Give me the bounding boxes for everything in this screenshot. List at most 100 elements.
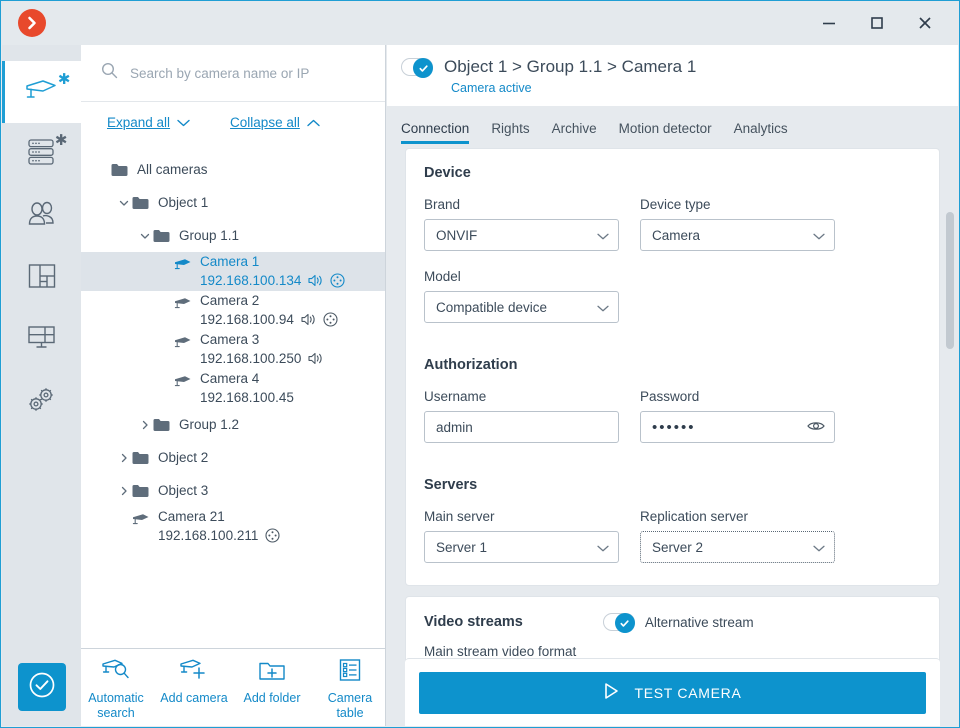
alternative-stream-label: Alternative stream xyxy=(644,614,754,630)
tab-analytics[interactable]: Analytics xyxy=(734,121,788,144)
tree-camera-camera-3[interactable]: Camera 3 192.168.100.250 xyxy=(81,330,385,369)
scrollbar-thumb[interactable] xyxy=(946,212,954,349)
apply-changes-button[interactable] xyxy=(17,663,66,711)
app-logo-icon xyxy=(18,9,46,37)
collapse-all-button[interactable]: Collapse all xyxy=(230,115,320,130)
camera-ip: 192.168.100.45 xyxy=(200,390,294,405)
sidebar-item-servers[interactable]: ✱ xyxy=(2,123,81,185)
chevron-up-icon xyxy=(307,115,320,130)
tree-folder-label: Object 3 xyxy=(158,483,209,498)
tree-folder-label: Group 1.1 xyxy=(179,228,240,243)
detail-panel: Object 1 > Group 1.1 > Camera 1 Camera a… xyxy=(387,45,958,726)
sidebar-item-video-wall[interactable] xyxy=(2,309,81,371)
replication-server-select[interactable]: Server 2 xyxy=(640,531,835,563)
add-folder-button[interactable]: Add folder xyxy=(237,658,307,706)
model-field: Model Compatible device xyxy=(424,269,619,323)
application-window: ✱ ✱ Search by camera name or IP Expand a… xyxy=(0,0,960,728)
username-input[interactable]: admin xyxy=(424,411,619,443)
camera-icon xyxy=(174,258,192,271)
tab-motion-detector[interactable]: Motion detector xyxy=(619,121,712,144)
close-button[interactable] xyxy=(901,1,949,45)
collapse-all-label: Collapse all xyxy=(230,115,300,130)
tab-rights[interactable]: Rights xyxy=(491,121,529,144)
model-label: Model xyxy=(424,269,461,284)
tree-folder-object-2[interactable]: Object 2 xyxy=(81,441,385,474)
check-circle-icon xyxy=(28,671,56,704)
search-icon xyxy=(101,62,118,84)
sidebar-item-cameras[interactable]: ✱ xyxy=(2,61,81,123)
navigation-rail: ✱ ✱ xyxy=(2,45,81,726)
password-input[interactable]: •••••• xyxy=(640,411,835,443)
device-type-label: Device type xyxy=(640,197,711,212)
password-field: Password •••••• xyxy=(640,389,835,443)
brand-label: Brand xyxy=(424,197,461,212)
folder-icon xyxy=(132,196,149,210)
folder-plus-icon xyxy=(258,658,286,687)
camera-icon xyxy=(174,375,192,388)
camera-table-button[interactable]: Camera table xyxy=(315,658,385,721)
username-field: Username admin xyxy=(424,389,619,443)
chevron-right-icon[interactable] xyxy=(137,420,153,430)
folder-icon xyxy=(153,229,170,243)
chevron-right-icon[interactable] xyxy=(116,486,132,496)
tool-button-label: Add folder xyxy=(243,691,301,705)
chevron-down-icon[interactable] xyxy=(116,198,132,208)
tree-folder-all-cameras[interactable]: All cameras xyxy=(81,153,385,186)
chevron-right-icon[interactable] xyxy=(116,453,132,463)
tree-folder-object-3[interactable]: Object 3 xyxy=(81,474,385,507)
sidebar-item-settings[interactable] xyxy=(2,371,81,433)
password-label: Password xyxy=(640,389,700,404)
automatic-search-button[interactable]: Automatic search xyxy=(81,658,151,721)
alternative-stream-toggle[interactable] xyxy=(602,613,635,633)
rail-footer xyxy=(2,648,81,726)
maximize-button[interactable] xyxy=(853,1,901,45)
minimize-button[interactable] xyxy=(805,1,853,45)
layouts-icon xyxy=(28,263,56,294)
replication-server-label: Replication server xyxy=(640,509,749,524)
device-type-select[interactable]: Camera xyxy=(640,219,835,251)
tab-label: Rights xyxy=(491,121,530,136)
sidebar-item-users[interactable] xyxy=(2,185,81,247)
model-select[interactable]: Compatible device xyxy=(424,291,619,323)
camera-tree: All cameras Object 1 Group 1.1 Camera 1 192.… xyxy=(81,143,385,648)
test-camera-label: TEST CAMERA xyxy=(634,684,742,701)
tree-folder-object-1[interactable]: Object 1 xyxy=(81,186,385,219)
detail-scrollbar[interactable] xyxy=(946,150,954,638)
ptz-icon xyxy=(323,312,338,327)
device-type-value: Camera xyxy=(652,227,701,243)
camera-name: Camera 2 xyxy=(200,293,260,308)
chevron-down-icon xyxy=(597,300,609,315)
main-server-field: Main server Server 1 xyxy=(424,509,619,563)
chevron-down-icon[interactable] xyxy=(137,231,153,241)
camera-name: Camera 3 xyxy=(200,332,260,347)
chevron-down-icon xyxy=(177,115,190,130)
brand-select[interactable]: ONVIF xyxy=(424,219,619,251)
toggle-knob xyxy=(413,58,433,78)
brand-field: Brand ONVIF xyxy=(424,197,619,251)
status-badge: Camera active xyxy=(451,81,532,95)
search-input[interactable] xyxy=(130,65,367,81)
tree-folder-group-1-1[interactable]: Group 1.1 xyxy=(81,219,385,252)
sidebar-item-layouts[interactable] xyxy=(2,247,81,309)
tree-camera-camera-21[interactable]: Camera 21 192.168.100.211 xyxy=(81,507,385,546)
camera-tree-panel: Expand all Collapse all All cameras Objec… xyxy=(81,45,386,726)
expand-all-button[interactable]: Expand all xyxy=(107,115,190,130)
eye-icon[interactable] xyxy=(807,420,825,435)
tree-camera-camera-1[interactable]: Camera 1 192.168.100.134 xyxy=(81,252,385,291)
password-value: •••••• xyxy=(652,418,696,436)
folder-icon xyxy=(111,163,128,177)
tree-camera-camera-2[interactable]: Camera 2 192.168.100.94 xyxy=(81,291,385,330)
camera-ip: 192.168.100.94 xyxy=(200,312,294,327)
camera-enabled-toggle[interactable] xyxy=(401,58,433,78)
test-camera-button[interactable]: TEST CAMERA xyxy=(419,671,926,714)
tree-camera-camera-4[interactable]: Camera 4 192.168.100.45 xyxy=(81,369,385,408)
device-type-field: Device type Camera xyxy=(640,197,835,251)
add-camera-button[interactable]: Add camera xyxy=(159,658,229,706)
settings-gears-icon xyxy=(27,386,57,419)
main-server-select[interactable]: Server 1 xyxy=(424,531,619,563)
tab-connection[interactable]: Connection xyxy=(401,121,470,144)
tab-archive[interactable]: Archive xyxy=(552,121,597,144)
chevron-down-icon xyxy=(813,228,825,243)
camera-icon xyxy=(174,297,192,310)
tree-folder-group-1-2[interactable]: Group 1.2 xyxy=(81,408,385,441)
